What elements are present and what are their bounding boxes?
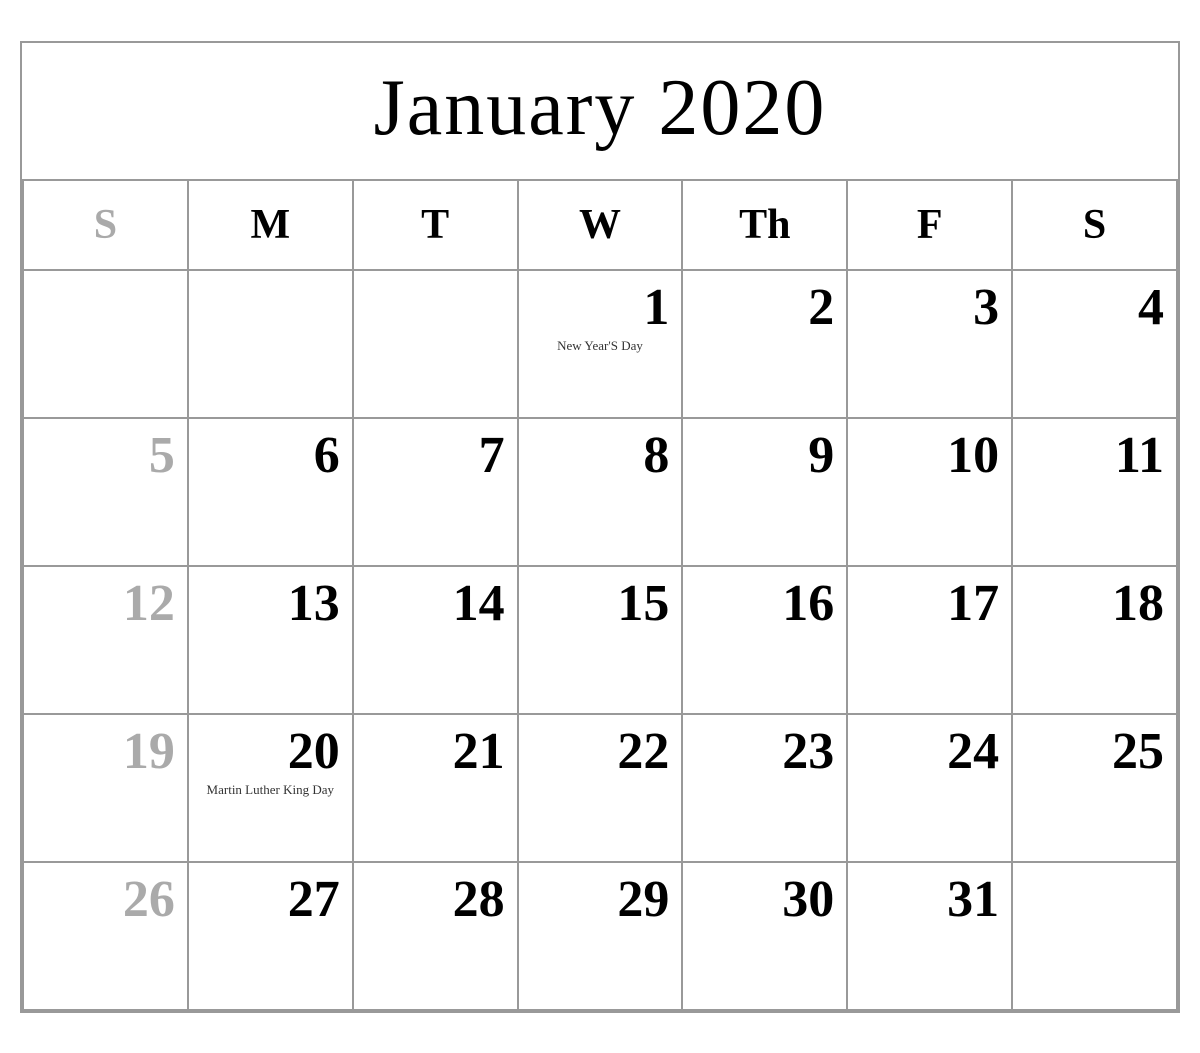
- day-cell: 14: [354, 567, 519, 715]
- day-number: 8: [531, 427, 670, 484]
- day-number: 26: [36, 871, 175, 928]
- day-number: 2: [695, 279, 834, 336]
- day-number: 24: [860, 723, 999, 780]
- day-number: 6: [201, 427, 340, 484]
- day-number: 27: [201, 871, 340, 928]
- day-header: F: [848, 181, 1013, 271]
- calendar-title: January 2020: [22, 43, 1178, 181]
- day-number: 19: [36, 723, 175, 780]
- day-number: 17: [860, 575, 999, 632]
- day-cell: 30: [683, 863, 848, 1011]
- day-cell: 24: [848, 715, 1013, 863]
- day-header: T: [354, 181, 519, 271]
- day-cell: 15: [519, 567, 684, 715]
- day-cell: 8: [519, 419, 684, 567]
- day-header: S: [1013, 181, 1178, 271]
- day-header: S: [24, 181, 189, 271]
- day-cell: 2: [683, 271, 848, 419]
- day-number: 11: [1025, 427, 1164, 484]
- day-cell: 26: [24, 863, 189, 1011]
- day-number: 3: [860, 279, 999, 336]
- day-number: 18: [1025, 575, 1164, 632]
- day-number: 28: [366, 871, 505, 928]
- day-number: 31: [860, 871, 999, 928]
- day-cell: [24, 271, 189, 419]
- day-number: 9: [695, 427, 834, 484]
- day-cell: 5: [24, 419, 189, 567]
- day-cell: 17: [848, 567, 1013, 715]
- day-number: 23: [695, 723, 834, 780]
- day-number: 5: [36, 427, 175, 484]
- day-cell: 25: [1013, 715, 1178, 863]
- day-number: 13: [201, 575, 340, 632]
- day-number: 16: [695, 575, 834, 632]
- day-cell: 7: [354, 419, 519, 567]
- day-cell: 28: [354, 863, 519, 1011]
- day-cell: 22: [519, 715, 684, 863]
- day-cell: 10: [848, 419, 1013, 567]
- day-number: 22: [531, 723, 670, 780]
- day-cell: 31: [848, 863, 1013, 1011]
- day-number: 14: [366, 575, 505, 632]
- day-number: 12: [36, 575, 175, 632]
- day-cell: 18: [1013, 567, 1178, 715]
- day-cell: 4: [1013, 271, 1178, 419]
- day-cell: 23: [683, 715, 848, 863]
- day-header: W: [519, 181, 684, 271]
- day-number: 1: [531, 279, 670, 336]
- day-cell: 16: [683, 567, 848, 715]
- day-cell: 1 New Year'S Day: [519, 271, 684, 419]
- day-cell: [354, 271, 519, 419]
- day-number: 25: [1025, 723, 1164, 780]
- day-cell: [189, 271, 354, 419]
- day-cell: 6: [189, 419, 354, 567]
- day-cell: [1013, 863, 1178, 1011]
- calendar-container: January 2020 SMTWThFS1New Year'S Day2345…: [20, 41, 1180, 1013]
- day-number: 7: [366, 427, 505, 484]
- day-cell: 12: [24, 567, 189, 715]
- day-number: 15: [531, 575, 670, 632]
- day-cell: 29: [519, 863, 684, 1011]
- day-header: M: [189, 181, 354, 271]
- day-cell: 3: [848, 271, 1013, 419]
- day-number: 4: [1025, 279, 1164, 336]
- day-cell: 11: [1013, 419, 1178, 567]
- day-header: Th: [683, 181, 848, 271]
- holiday-label: New Year'S Day: [531, 338, 670, 355]
- day-cell: 9: [683, 419, 848, 567]
- holiday-label: Martin Luther King Day: [201, 782, 340, 799]
- day-number: 20: [201, 723, 340, 780]
- day-cell: 20 Martin Luther King Day: [189, 715, 354, 863]
- day-number: 21: [366, 723, 505, 780]
- day-cell: 21: [354, 715, 519, 863]
- day-number: 29: [531, 871, 670, 928]
- day-cell: 13: [189, 567, 354, 715]
- day-number: 10: [860, 427, 999, 484]
- day-cell: 27: [189, 863, 354, 1011]
- calendar-grid: SMTWThFS1New Year'S Day23456789101112131…: [22, 181, 1178, 1011]
- day-cell: 19: [24, 715, 189, 863]
- day-number: 30: [695, 871, 834, 928]
